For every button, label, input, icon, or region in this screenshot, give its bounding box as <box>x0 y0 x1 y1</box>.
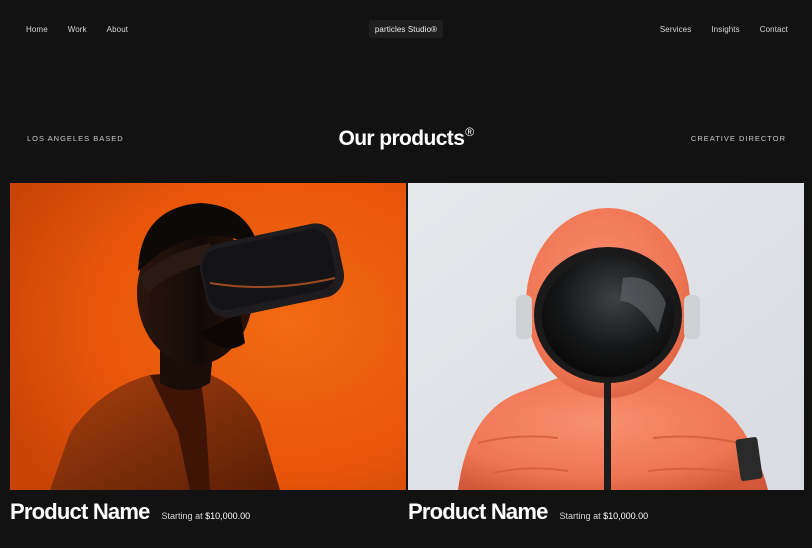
page-title-text: Our products <box>338 127 465 150</box>
product-caption: Product Name Starting at $10,000.00 <box>408 499 648 525</box>
product-price: Starting at $10,000.00 <box>162 511 251 521</box>
role-tagline: CREATIVE DIRECTOR <box>690 134 786 143</box>
price-prefix: Starting at <box>559 511 601 521</box>
product-image-spacesuit[interactable] <box>408 183 804 490</box>
product-caption: Product Name Starting at $10,000.00 <box>10 499 250 525</box>
product-card[interactable]: Product Name Starting at $10,000.00 <box>10 183 406 524</box>
product-card[interactable]: Product Name Starting at $10,000.00 <box>408 183 804 524</box>
product-name[interactable]: Product Name <box>10 499 150 525</box>
nav-services-link[interactable]: Services <box>660 25 691 34</box>
brand-logo[interactable]: particles Studio® <box>369 20 443 38</box>
price-value: $10,000.00 <box>205 511 251 521</box>
primary-nav-right: Services Insights Contact <box>660 25 788 34</box>
nav-insights-link[interactable]: Insights <box>711 25 739 34</box>
nav-home-link[interactable]: Home <box>26 25 48 34</box>
spacesuit-illustration <box>408 183 804 490</box>
page: Home Work About particles Studio® Servic… <box>0 0 812 548</box>
product-name[interactable]: Product Name <box>408 499 548 525</box>
product-image-vr-headset[interactable] <box>10 183 406 490</box>
nav-about-link[interactable]: About <box>107 25 128 34</box>
price-value: $10,000.00 <box>603 511 649 521</box>
nav-contact-link[interactable]: Contact <box>760 25 788 34</box>
price-prefix: Starting at <box>161 511 203 521</box>
registered-mark: ® <box>465 125 474 139</box>
nav-work-link[interactable]: Work <box>68 25 87 34</box>
product-price: Starting at $10,000.00 <box>560 511 649 521</box>
vr-headset-illustration <box>10 183 406 490</box>
primary-nav-left: Home Work About <box>26 25 128 34</box>
